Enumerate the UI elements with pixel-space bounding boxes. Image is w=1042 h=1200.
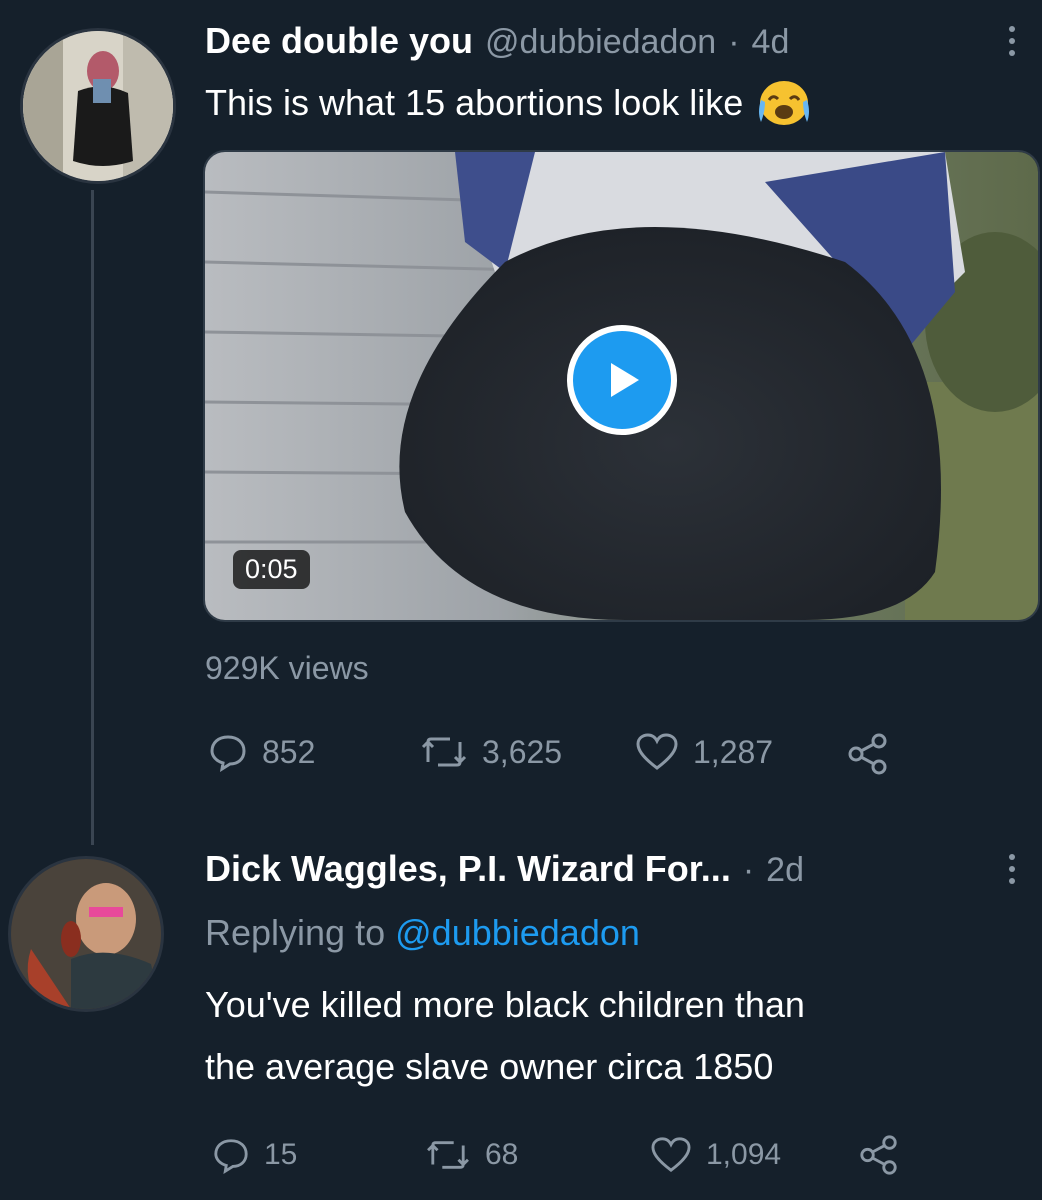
reply-like-button[interactable]: 1,094 [650,1136,781,1174]
tweet-text: This is what 15 abortions look like [205,82,744,123]
reply-avatar[interactable] [8,856,164,1012]
retweet-icon [427,1141,469,1169]
replying-to-label: Replying to [205,912,386,953]
reply-icon [214,1139,248,1174]
like-count: 1,287 [693,733,774,770]
more-options-icon[interactable] [992,20,1032,70]
replying-to-handle[interactable]: @dubbiedadon [395,912,640,953]
display-name[interactable]: Dee double you [205,20,473,62]
like-button[interactable]: 1,287 [635,732,773,772]
reply-avatar-image [11,859,161,1009]
reply-like-count: 1,094 [706,1138,782,1171]
retweet-button[interactable]: 3,625 [420,732,562,772]
reply-display-name[interactable]: Dick Waggles, P.I. Wizard For... [205,848,731,890]
timestamp[interactable]: 4d [752,23,790,62]
reply-share-button[interactable] [858,1134,900,1181]
thread-line [91,190,94,845]
reply-separator: · [742,851,755,889]
replying-to: Replying to @dubbiedadon [205,912,640,954]
heart-icon [651,1137,691,1172]
reply-text-line-1: You've killed more black children than [205,984,805,1025]
video-player[interactable]: 0:05 [203,150,1040,622]
reply-text: You've killed more black children than t… [205,980,1025,1092]
reply-more-options-icon[interactable] [992,848,1032,898]
play-icon [611,363,639,397]
share-icon [860,1135,897,1175]
reply-count: 852 [262,733,316,770]
reply-reply-count: 15 [264,1138,298,1171]
reply-text-line-2: the average slave owner circa 1850 [205,1046,774,1087]
reply-reply-button[interactable]: 15 [212,1136,297,1174]
retweet-count: 3,625 [482,733,563,770]
handle[interactable]: @dubbiedadon [485,23,716,62]
reply-button[interactable]: 852 [208,732,315,772]
reply-retweet-button[interactable]: 68 [425,1136,518,1174]
play-button[interactable] [567,325,677,435]
avatar-image [23,31,173,181]
reply-retweet-count: 68 [485,1138,519,1171]
separator: · [728,23,740,61]
share-icon [848,733,887,775]
video-duration: 0:05 [233,550,310,589]
crying-face-emoji-icon [759,81,810,125]
retweet-icon [421,737,467,767]
reply-icon [210,735,246,772]
reply-timestamp[interactable]: 2d [766,851,804,890]
heart-icon [636,733,678,770]
view-count: 929K views [205,650,369,686]
avatar[interactable] [20,28,176,184]
share-button[interactable] [846,732,890,781]
